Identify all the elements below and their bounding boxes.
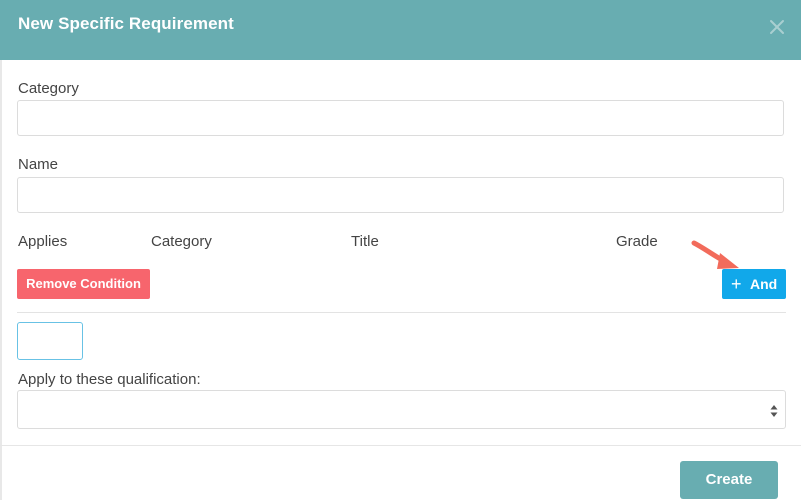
create-button[interactable]: Create xyxy=(680,461,778,499)
select-arrows-icon xyxy=(770,405,778,417)
column-header-grade: Grade xyxy=(616,233,658,250)
column-header-applies: Applies xyxy=(18,233,68,250)
footer-divider xyxy=(0,445,801,446)
modal-left-edge xyxy=(0,60,2,500)
modal-header: New Specific Requirement xyxy=(0,0,801,60)
category-input[interactable] xyxy=(17,100,784,136)
column-header-title: Title xyxy=(351,233,379,250)
and-button[interactable]: + And xyxy=(722,269,786,299)
remove-condition-button[interactable]: Remove Condition xyxy=(17,269,150,299)
new-specific-requirement-modal: New Specific Requirement Category Name A… xyxy=(0,0,801,500)
modal-title: New Specific Requirement xyxy=(18,14,234,33)
annotation-arrow-icon xyxy=(691,240,739,269)
apply-qualification-label: Apply to these qualification: xyxy=(18,371,201,388)
qualification-select[interactable] xyxy=(17,390,786,429)
name-label: Name xyxy=(18,156,59,173)
applies-value-input[interactable] xyxy=(17,322,83,360)
category-label: Category xyxy=(18,80,79,97)
plus-icon: + xyxy=(731,274,742,294)
conditions-divider xyxy=(17,312,786,313)
close-icon[interactable] xyxy=(766,16,788,38)
column-header-category: Category xyxy=(151,233,212,250)
and-button-label: And xyxy=(750,276,778,292)
name-input[interactable] xyxy=(17,177,784,213)
